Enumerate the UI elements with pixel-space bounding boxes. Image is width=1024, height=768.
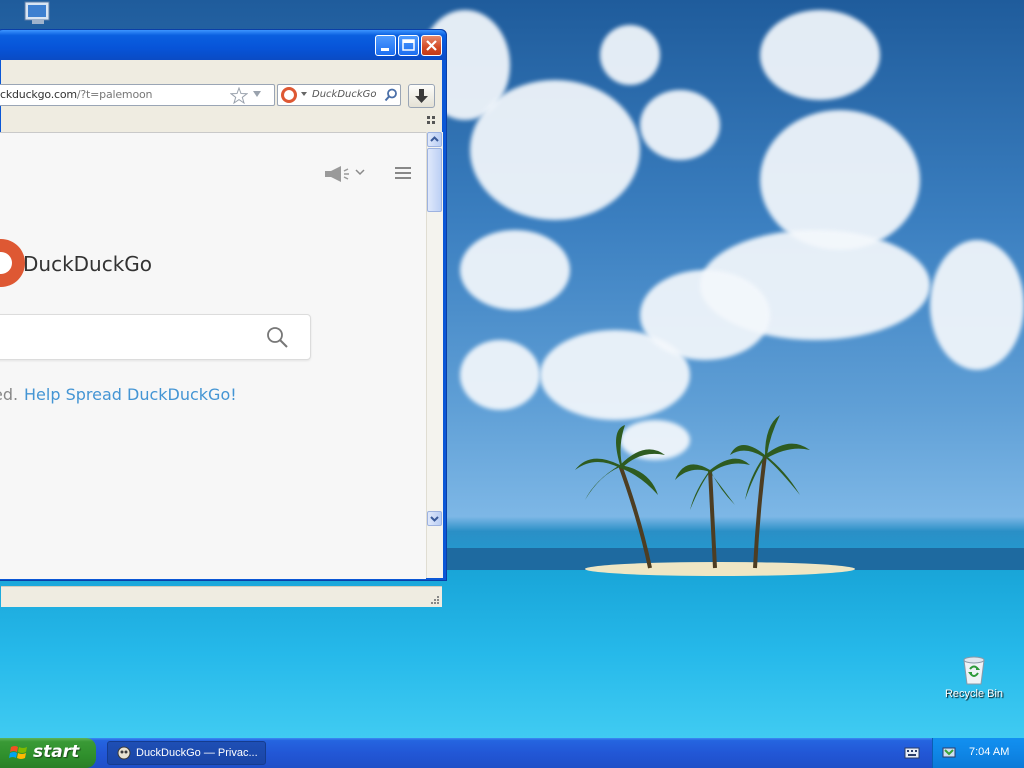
windows-logo-icon [9,746,27,759]
maximize-button[interactable] [398,35,419,56]
chevron-down-icon [430,516,439,522]
chevron-down-icon[interactable] [355,169,365,177]
url-host: ckduckgo.com [0,88,77,101]
start-label: start [33,742,80,762]
duckduckgo-logo[interactable] [0,239,25,287]
close-icon [426,40,437,51]
pale-moon-icon [117,746,131,760]
chevron-up-icon [430,136,439,142]
downloads-button[interactable] [408,84,435,108]
duckduckgo-engine-icon[interactable] [281,87,297,103]
minimize-icon [381,48,389,51]
my-computer-icon[interactable] [22,0,56,28]
homepage-search-input[interactable] [0,314,311,360]
taskbar: start DuckDuckGo — Privac... 7:04 AM [0,738,1024,768]
browser-window[interactable]: ckduckgo.com/?t=palemoon DuckDuckGo Duck… [0,29,447,607]
scroll-down-button[interactable] [427,511,442,526]
resize-grip-icon[interactable] [428,593,440,605]
search-placeholder: DuckDuckGo [312,89,377,100]
scrollbar-thumb[interactable] [427,148,442,212]
minimize-button[interactable] [375,35,396,56]
engine-dropdown-icon[interactable] [300,90,308,98]
page-content[interactable]: DuckDuckGo ed. Help Spread DuckDuckGo! [0,132,426,579]
close-button[interactable] [421,35,442,56]
palm-trees-image [575,415,810,569]
brand-name: DuckDuckGo [23,252,153,276]
system-tray: 7:04 AM [932,738,1024,768]
recycle-bin[interactable]: Recycle Bin [940,655,1008,700]
network-icon[interactable] [941,745,959,761]
spread-text-prefix: ed. [0,385,19,404]
maximize-icon [402,39,415,51]
start-button[interactable]: start [0,738,96,768]
navigation-toolbar: ckduckgo.com/?t=palemoon DuckDuckGo [0,60,442,132]
toolbar-grip-icon [427,116,435,124]
scroll-up-button[interactable] [427,132,442,147]
taskbar-item-label: DuckDuckGo — Privac... [136,747,258,759]
recycle-bin-icon [961,655,987,685]
vertical-scrollbar[interactable] [426,132,443,578]
url-query: /?t=palemoon [76,88,153,101]
url-bar[interactable]: ckduckgo.com/?t=palemoon [0,84,275,106]
browser-client: ckduckgo.com/?t=palemoon DuckDuckGo Duck… [0,60,443,607]
url-history-dropdown-icon[interactable] [252,89,262,99]
download-arrow-icon [415,89,428,103]
clock[interactable]: 7:04 AM [969,746,1009,758]
help-spread-link[interactable]: Help Spread DuckDuckGo! [24,385,237,404]
window-titlebar[interactable] [0,30,446,60]
keyboard-icon[interactable] [904,746,920,760]
search-bar[interactable]: DuckDuckGo [277,84,401,106]
bookmark-star-icon[interactable] [230,87,248,104]
status-bar [1,586,442,607]
taskbar-item-browser[interactable]: DuckDuckGo — Privac... [107,741,266,765]
recycle-bin-label: Recycle Bin [944,688,1004,700]
search-icon[interactable] [266,326,290,350]
megaphone-icon[interactable] [323,165,351,183]
search-go-icon[interactable] [384,88,398,102]
hamburger-menu-icon[interactable] [395,166,411,180]
url-text: ckduckgo.com/?t=palemoon [0,88,152,101]
